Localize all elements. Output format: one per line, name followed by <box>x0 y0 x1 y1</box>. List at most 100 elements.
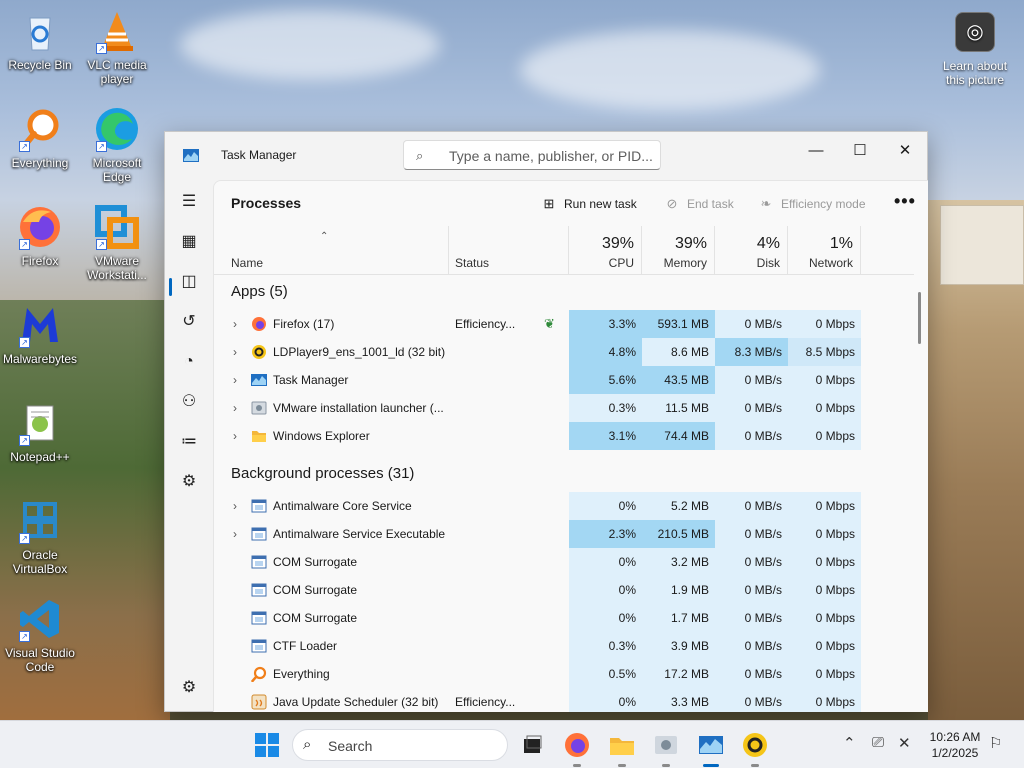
shortcut-arrow-icon: ↗ <box>19 533 30 544</box>
file-explorer-icon[interactable] <box>608 731 636 759</box>
show-hidden-icons-chevron-icon[interactable]: ⌃ <box>843 734 856 752</box>
settings-nav-icon[interactable]: ⚙ <box>177 676 201 700</box>
clock-time: 10:26 AM <box>929 730 981 744</box>
desktop-icon-label: Malwarebytes <box>2 352 78 366</box>
notifications-icon[interactable]: ⚐ <box>989 734 1002 752</box>
desktop-icon-label: Notepad++ <box>10 450 70 464</box>
expand-chevron-icon[interactable]: › <box>233 499 237 513</box>
process-cpu: 0.5% <box>569 660 642 688</box>
startup-apps-nav-icon[interactable]: ◔ <box>177 350 201 374</box>
process-cpu: 3.1% <box>569 422 642 450</box>
process-row[interactable]: COM Surrogate 0% 1.9 MB 0 MB/s 0 Mbps <box>214 576 914 604</box>
process-row[interactable]: Java Update Scheduler (32 bit) Efficiency… <box>214 688 914 712</box>
close-button[interactable]: ✕ <box>882 138 928 164</box>
expand-chevron-icon[interactable]: › <box>233 345 237 359</box>
column-cpu[interactable]: 39% CPU <box>569 226 642 275</box>
desktop-icon-malwarebytes[interactable]: ↗ Malwarebytes <box>0 302 80 366</box>
expand-chevron-icon[interactable]: › <box>233 401 237 415</box>
taskbar-search-box[interactable]: ⌕ Search <box>292 729 508 761</box>
group-background[interactable]: Background processes (31) <box>214 458 914 486</box>
process-memory: 3.9 MB <box>642 632 715 660</box>
desktop-icon-vmware[interactable]: ↗ VMware Workstati... <box>77 204 157 282</box>
efficiency-leaf-icon: ❦ <box>544 316 555 331</box>
process-row[interactable]: › LDPlayer9_ens_1001_ld (32 bit) 4.8% 8.6 M… <box>214 338 914 366</box>
expand-chevron-icon[interactable]: › <box>233 317 237 331</box>
minimize-button[interactable]: — <box>793 138 839 164</box>
desktop-icon-virtualbox[interactable]: ↗ Oracle VirtualBox <box>0 498 80 576</box>
app-history-nav-icon[interactable]: ↺ <box>177 310 201 334</box>
firefox-taskbar-icon[interactable] <box>563 731 591 759</box>
process-row[interactable]: › Windows Explorer 3.1% 74.4 MB 0 MB/s 0 Mbps <box>214 422 914 450</box>
process-row[interactable]: › Task Manager 5.6% 43.5 MB 0 MB/s 0 Mbps <box>214 366 914 394</box>
notepadpp-icon: ↗ <box>17 400 63 446</box>
process-row[interactable]: COM Surrogate 0% 1.7 MB 0 MB/s 0 Mbps <box>214 604 914 632</box>
ldplayer-taskbar-icon[interactable] <box>741 731 769 759</box>
desktop-icon-recycle-bin[interactable]: Recycle Bin <box>0 8 80 72</box>
process-row[interactable]: COM Surrogate 0% 3.2 MB 0 MB/s 0 Mbps <box>214 548 914 576</box>
desktop-icon-vlc[interactable]: ↗ VLC media player <box>77 8 157 86</box>
details-nav-icon[interactable]: ≔ <box>177 430 201 454</box>
vertical-scrollbar[interactable] <box>918 292 921 344</box>
end-task-button[interactable]: ⊘ End task <box>663 196 734 212</box>
learn-about-picture[interactable]: ◎ Learn about this picture <box>940 12 1010 87</box>
process-row[interactable]: › Antimalware Core Service 0% 5.2 MB 0 MB/s 0… <box>214 492 914 520</box>
performance-nav-icon[interactable]: ◫ <box>177 270 201 294</box>
shortcut-arrow-icon: ↗ <box>96 43 107 54</box>
desktop-icon-notepadpp[interactable]: ↗ Notepad++ <box>0 400 80 464</box>
expand-chevron-icon[interactable]: › <box>233 373 237 387</box>
desktop-icon-firefox[interactable]: ↗ Firefox <box>0 204 80 268</box>
process-search-input[interactable]: ⌕ Type a name, publisher, or PID... <box>403 140 661 170</box>
column-network-label: Network <box>808 256 853 270</box>
desktop-icon-edge[interactable]: ↗ Microsoft Edge <box>77 106 157 184</box>
desktop-icon-vscode[interactable]: ↗ Visual Studio Code <box>0 596 80 674</box>
efficiency-mode-button[interactable]: ❧ Efficiency mode <box>757 196 866 212</box>
group-apps[interactable]: Apps (5) <box>214 276 914 304</box>
vmware-installer-taskbar-icon[interactable] <box>652 731 680 759</box>
expand-chevron-icon[interactable]: › <box>233 429 237 443</box>
column-name-label: Name <box>231 256 264 270</box>
users-nav-icon[interactable]: ⚇ <box>177 390 201 414</box>
vlc-icon: ↗ <box>94 8 140 54</box>
task-view-icon[interactable] <box>518 731 546 759</box>
service-icon <box>251 555 267 569</box>
process-row[interactable]: › Firefox (17) Efficiency... ❦ 3.3% 593.1 MB 0… <box>214 310 914 338</box>
processes-nav-icon[interactable]: ▦ <box>177 230 201 254</box>
process-row[interactable]: › VMware installation launcher (... 0.3% 11… <box>214 394 914 422</box>
process-network: 0 Mbps <box>788 632 861 660</box>
process-disk: 0 MB/s <box>715 604 788 632</box>
shortcut-arrow-icon: ↗ <box>19 631 30 642</box>
column-status[interactable]: Status <box>449 226 569 275</box>
windows-start-icon[interactable] <box>253 731 281 759</box>
process-name: COM Surrogate <box>273 611 358 625</box>
column-network[interactable]: 1% Network <box>788 226 861 275</box>
firefox-icon <box>252 317 266 331</box>
title-bar[interactable]: Task Manager ⌕ Type a name, publisher, o… <box>165 132 927 180</box>
process-cpu: 0.3% <box>569 394 642 422</box>
expand-chevron-icon[interactable]: › <box>233 527 237 541</box>
process-network: 0 Mbps <box>788 492 861 520</box>
column-disk[interactable]: 4% Disk <box>715 226 788 275</box>
run-new-task-button[interactable]: ⊞ Run new task <box>540 196 637 212</box>
services-nav-icon[interactable]: ⚙ <box>177 470 201 494</box>
column-status-label: Status <box>455 256 490 270</box>
process-cpu: 0% <box>569 492 642 520</box>
process-row[interactable]: CTF Loader 0.3% 3.9 MB 0 MB/s 0 Mbps <box>214 632 914 660</box>
process-row[interactable]: Everything 0.5% 17.2 MB 0 MB/s 0 Mbps <box>214 660 914 688</box>
more-options-button[interactable]: ••• <box>894 191 916 212</box>
volume-muted-icon[interactable]: ✕ <box>898 734 911 752</box>
page-title: Processes <box>231 195 302 211</box>
column-name[interactable]: ⌃ Name <box>214 226 449 275</box>
desktop-icon-everything[interactable]: ↗ Everything <box>0 106 80 170</box>
landscape-house <box>940 205 1024 285</box>
column-memory[interactable]: 39% Memory <box>642 226 715 275</box>
process-row[interactable]: › Antimalware Service Executable 2.3% 210.5… <box>214 520 914 548</box>
column-header: ⌃ Name Status 39% CPU 39% Memory 4% Disk… <box>214 226 914 275</box>
process-name: CTF Loader <box>273 639 338 653</box>
hamburger-menu-icon[interactable]: ☰ <box>177 190 201 214</box>
system-clock[interactable]: 10:26 AM 1/2/2025 <box>925 729 985 761</box>
process-network: 8.5 Mbps <box>788 338 861 366</box>
camera-icon: ◎ <box>955 12 995 52</box>
maximize-button[interactable]: ☐ <box>837 138 883 164</box>
task-manager-taskbar-icon[interactable] <box>697 731 725 759</box>
network-icon[interactable]: ⎚ <box>872 734 884 751</box>
